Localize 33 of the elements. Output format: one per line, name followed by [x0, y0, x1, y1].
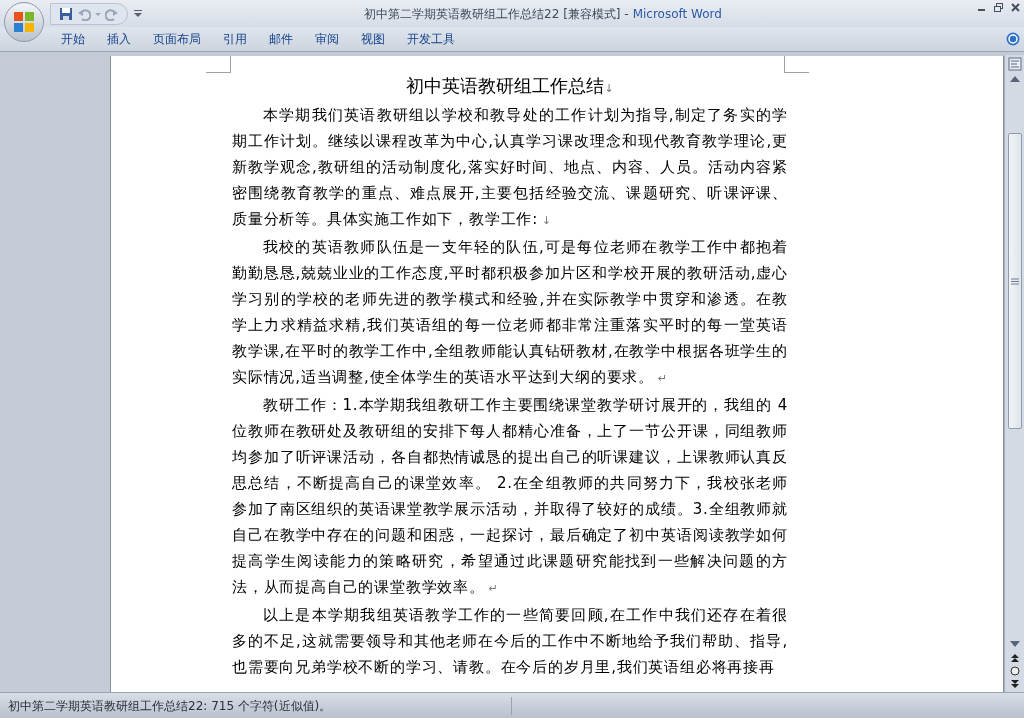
paragraph: 我校的英语教师队伍是一支年轻的队伍,可是每位老师在教学工作中都抱着勤勤恳恳,兢兢业业的工作态度,平时都积极参加片区和学校开展的教研活动,虚心学习别的学校的老师先进的教学模式和经验,并在实际教学中贯穿和渗透。在教学上力求精益求精,我们英语组的每一位老师都非常注重落实平时的每一堂英语教学课,在平时的教学工作中,全组教师能认真钻研教材,在教学中根据各班学生的实际情况,适当调整,使全体学生的英语水平达到大纲的要求。 ↵: [232, 237, 788, 388]
scroll-up-icon[interactable]: [1009, 75, 1020, 83]
close-icon[interactable]: [1011, 3, 1020, 12]
ribbon-tab[interactable]: 开发工具: [396, 28, 466, 50]
ribbon-tab[interactable]: 引用: [212, 28, 258, 50]
ribbon-tab[interactable]: 开始: [50, 28, 96, 50]
paragraph: 本学期我们英语教研组以学校和教导处的工作计划为指导,制定了务实的学期工作计划。继续以课程改革为中心,认真学习课改理念和现代教育教学理论,更新教学观念,教研组的活动制度化,落实好时间、地点、内容、人员。活动内容紧密围绕教育教学的重点、难点展开,主要包括经验交流、课题研究、听课评课、质量分析等。具体实施工作如下，教学工作: ↓: [232, 105, 788, 230]
status-text: 初中第二学期英语教研组工作总结22: 715 个字符(近似值)。: [0, 696, 512, 715]
scrollbar-thumb[interactable]: [1007, 133, 1022, 429]
ribbon-tab[interactable]: 视图: [350, 28, 396, 50]
previous-page-icon[interactable]: [1010, 654, 1019, 662]
ruler-toggle-icon[interactable]: [1007, 57, 1022, 71]
next-page-icon[interactable]: [1010, 680, 1019, 688]
ribbon-tab[interactable]: 审阅: [304, 28, 350, 50]
grip-icon: [1010, 277, 1019, 285]
crop-mark: [206, 56, 231, 73]
ribbon-tab[interactable]: 邮件: [258, 28, 304, 50]
office-button[interactable]: [4, 2, 44, 42]
restore-icon[interactable]: [994, 3, 1003, 12]
customize-toolbar-icon[interactable]: [134, 8, 142, 19]
office-logo-icon: [12, 10, 36, 34]
scroll-down-icon[interactable]: [1009, 640, 1020, 648]
ribbon-tab[interactable]: 插入: [96, 28, 142, 50]
ribbon-tab[interactable]: 页面布局: [142, 28, 212, 50]
paragraph: 以上是本学期我组英语教学工作的一些简要回顾,在工作中我们还存在着很多的不足,这就需要领导和其他老师在今后的工作中不断地给予我们帮助、指导,也需要向兄弟学校不断的学习、请教。在今后的岁月里,我们英语组必将再接再: [232, 605, 788, 678]
paragraph: 教研工作：1.本学期我组教研工作主要围绕课堂教学研讨展开的，我组的 4 位教师在教研处及教研组的安排下每人都精心准备，上了一节公开课，同组教师均参加了听评课活动，各自都热情诚恳的提出自己的听课建议，上课教师认真反思总结，不断提高自己的课堂效率。 2.在全组教师的共同努力下，我校张老师参加了南区组织的英语课堂教学展示活动，并取得了较好的成绩。3.全组教师就自己在教学中存在的问题和困惑，一起探讨，最后确定了初中英语阅读教学如何提高学生阅读能力的策略研究，希望通过此课题研究能找到一些解决问题的方法，从而提高自己的课堂教学效率。 ↵: [232, 395, 788, 598]
document-title: 初中英语教研组工作总结↓: [405, 74, 615, 98]
window-title: 初中第二学期英语教研组工作总结22 [兼容模式] -: [364, 5, 629, 23]
crop-mark: [784, 56, 809, 73]
save-icon[interactable]: [59, 6, 73, 21]
app-name: Microsoft Word: [632, 5, 722, 23]
browse-object-icon[interactable]: [1009, 666, 1020, 676]
help-icon[interactable]: [1006, 32, 1020, 46]
